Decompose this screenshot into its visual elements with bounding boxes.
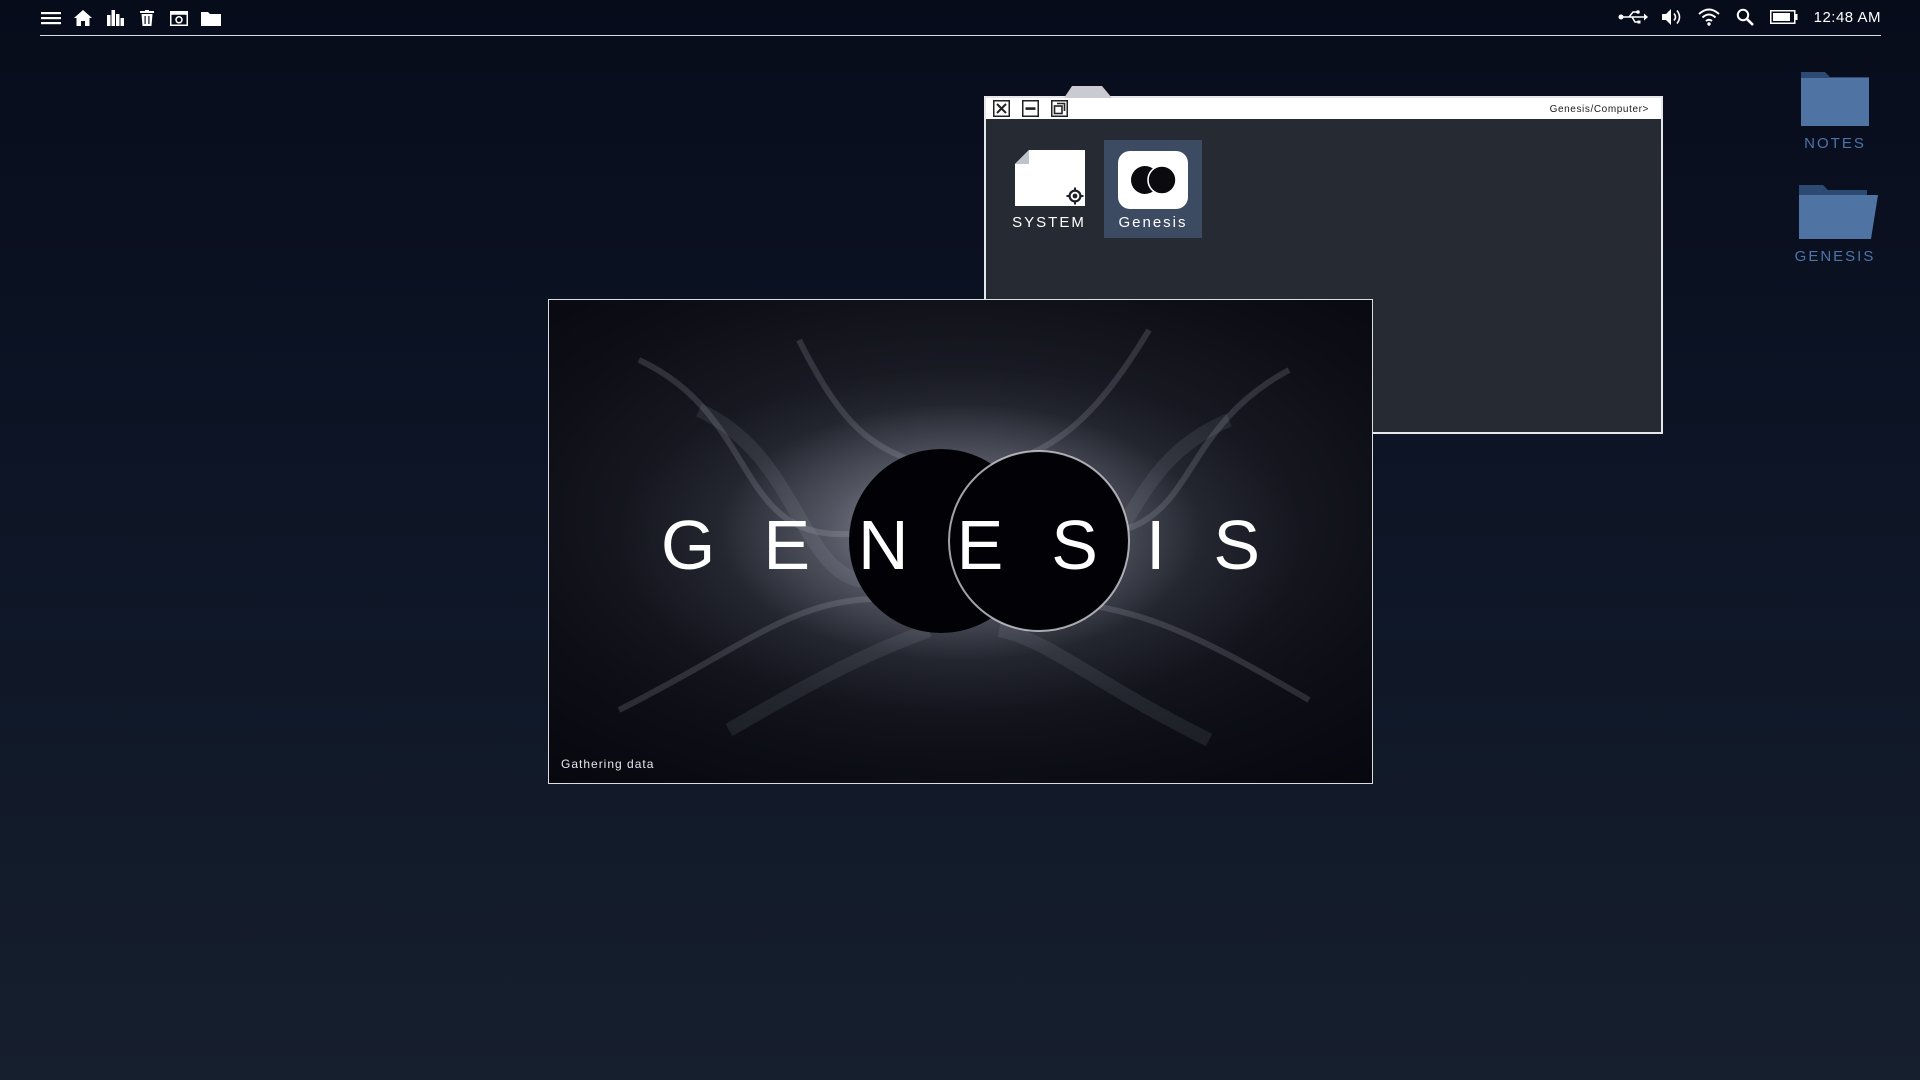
desktop-folder-notes[interactable]: NOTES	[1785, 68, 1885, 152]
desktop-folder-label: GENESIS	[1794, 248, 1876, 265]
minimize-button[interactable]	[1022, 100, 1039, 117]
folder-icon[interactable]	[200, 9, 222, 27]
close-button[interactable]	[993, 100, 1010, 117]
menu-icon[interactable]	[40, 9, 62, 27]
desktop-folder-label: NOTES	[1804, 135, 1866, 152]
search-icon[interactable]	[1734, 8, 1756, 26]
system-file-icon	[1015, 150, 1085, 206]
splash-title: GENESIS	[660, 506, 1309, 584]
folder-icon	[1801, 72, 1869, 126]
genesis-app-icon	[1118, 151, 1188, 209]
folder-icon	[1799, 185, 1878, 239]
wifi-icon[interactable]	[1697, 8, 1720, 26]
path-label: Genesis/Computer>	[1549, 104, 1649, 115]
top-bar: 12:48 AM	[40, 0, 1881, 36]
home-icon[interactable]	[72, 9, 94, 27]
trash-icon[interactable]	[136, 9, 158, 27]
file-item-system[interactable]: SYSTEM	[1000, 140, 1098, 238]
usb-icon[interactable]	[1618, 8, 1648, 26]
file-item-genesis[interactable]: Genesis	[1104, 140, 1202, 238]
top-bar-left	[40, 9, 222, 27]
minimize-icon	[1022, 100, 1039, 117]
window-tab[interactable]	[1064, 86, 1112, 98]
battery-icon	[1769, 8, 1798, 26]
stats-icon[interactable]	[104, 9, 126, 27]
desktop-folder-genesis[interactable]: GENESIS	[1785, 181, 1885, 265]
file-item-label: SYSTEM	[1012, 214, 1086, 231]
close-icon	[993, 100, 1010, 117]
volume-icon[interactable]	[1661, 8, 1684, 26]
screenshot-icon[interactable]	[168, 9, 190, 27]
maximize-icon	[1051, 100, 1068, 117]
splash-window: GENESIS Gathering data	[548, 299, 1373, 784]
top-bar-right: 12:48 AM	[1618, 8, 1881, 26]
maximize-button[interactable]	[1051, 100, 1068, 117]
status-text: Gathering data	[561, 757, 655, 771]
window-titlebar[interactable]: Genesis/Computer>	[986, 98, 1661, 119]
file-item-label: Genesis	[1118, 214, 1188, 231]
clock: 12:48 AM	[1813, 8, 1881, 26]
